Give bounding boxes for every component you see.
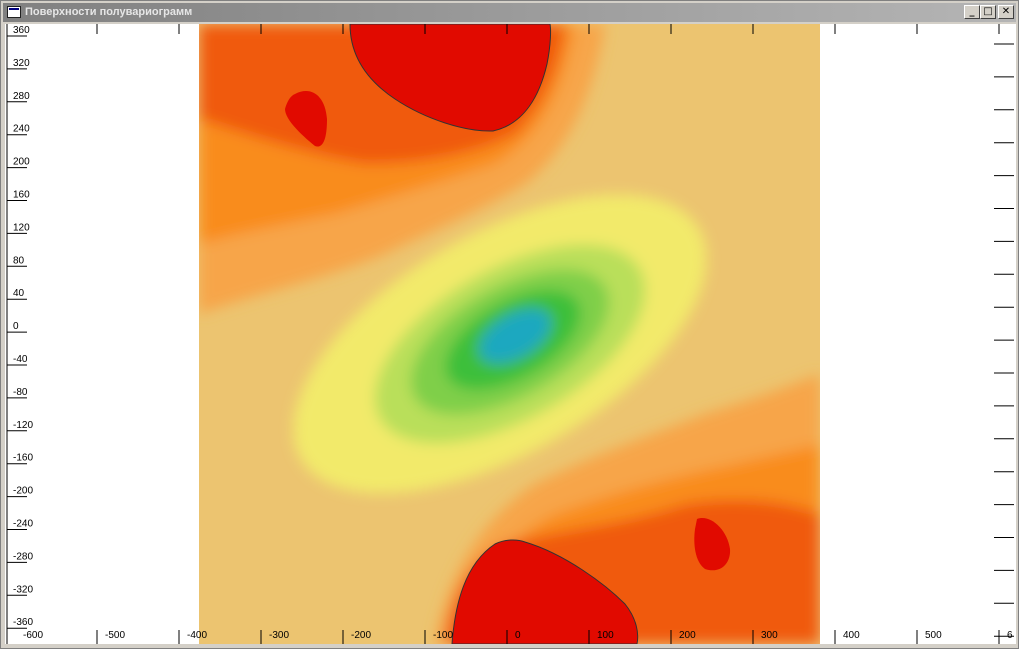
y-tick-label: 360 [13,25,30,36]
x-tick-label: -200 [351,630,371,641]
y-tick-label: 240 [13,124,30,135]
colored-surface [199,24,820,644]
x-tick-label: 100 [597,630,614,641]
y-tick-label: 40 [13,288,25,299]
semivariogram-window: Поверхности полувариограмм _ □ ✕ 360 320… [0,0,1019,649]
y-tick-label: 80 [13,255,25,266]
y-tick-label: -360 [13,617,33,628]
title-bar[interactable]: Поверхности полувариограмм _ □ ✕ [3,3,1016,22]
x-tick-label: 200 [679,630,696,641]
y-tick-label: -240 [13,519,33,530]
semivariogram-surface-plot[interactable]: 360 320 280 240 200 160 120 80 40 0 -40 -80 -120 -160… [5,24,1016,644]
x-tick-label: -500 [105,630,125,641]
x-tick-label: -300 [269,630,289,641]
y-tick-label: -280 [13,551,33,562]
y-tick-label: 280 [13,91,30,102]
x-tick-label: 300 [761,630,778,641]
y-tick-label: -120 [13,420,33,431]
y-tick-label: -40 [13,354,28,365]
minimize-button[interactable]: _ [964,5,980,19]
x-tick-label: 0 [515,630,521,641]
x-tick-label: 400 [843,630,860,641]
close-button[interactable]: ✕ [998,5,1014,19]
minimize-icon: _ [969,6,975,17]
y-ticks-right [994,43,1014,637]
y-tick-label: -160 [13,453,33,464]
x-tick-label: -600 [23,630,43,641]
x-tick-label: -100 [433,630,453,641]
y-tick-label: -200 [13,486,33,497]
window-icon[interactable] [7,6,21,18]
x-tick-label: 500 [925,630,942,641]
x-tick-label: -400 [187,630,207,641]
y-tick-label: 320 [13,58,30,69]
y-tick-label: -80 [13,387,28,398]
maximize-button[interactable]: □ [980,5,996,19]
y-tick-label: 200 [13,157,30,168]
y-tick-label: -320 [13,584,33,595]
maximize-icon: □ [983,6,993,17]
y-ticks: 360 320 280 240 200 160 120 80 40 0 -40 -80 -120 -160… [7,25,33,629]
x-tick-label: 6 [1007,630,1013,641]
y-tick-label: 160 [13,190,30,201]
window-title: Поверхности полувариограмм [25,6,193,18]
surface-svg: 36032028024020016012080400-40-80-120-160… [6,24,1014,644]
close-icon: ✕ [1001,6,1011,17]
y-tick-label: 120 [13,222,30,233]
y-tick-label: 0 [13,321,19,332]
